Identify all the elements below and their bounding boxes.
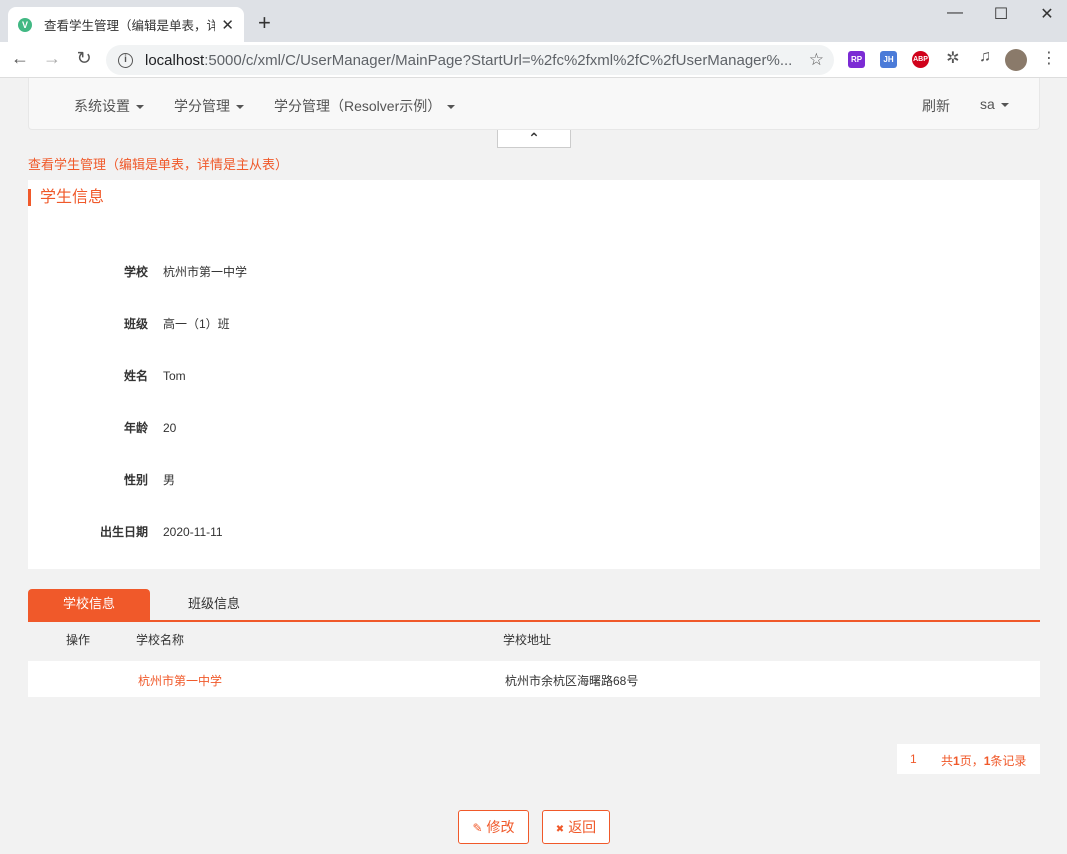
tab-class-info[interactable]: 班级信息 [153, 589, 275, 620]
total-pages: 1 [953, 754, 960, 768]
info-icon[interactable]: i [118, 52, 133, 68]
nav-credit-management[interactable]: 学分管理 [174, 96, 244, 116]
adblock-extension-icon[interactable]: ABP [912, 51, 929, 68]
detail-tabs: 学校信息 班级信息 [28, 589, 1040, 622]
field-school: 学校 杭州市第一中学 [28, 262, 428, 282]
bookmark-star-icon[interactable]: ☆ [809, 50, 824, 70]
school-name-link[interactable]: 杭州市第一中学 [138, 672, 222, 689]
field-value: 20 [163, 421, 177, 435]
field-name: 姓名 Tom [28, 366, 428, 386]
back-button[interactable]: ✖ 返回 [542, 810, 610, 844]
new-tab-button[interactable]: + [258, 10, 271, 36]
vue-favicon-icon: V [18, 17, 32, 32]
jh-extension-icon[interactable]: JH [880, 51, 897, 68]
rp-extension-icon[interactable]: RP [848, 51, 865, 68]
collapse-nav-button[interactable]: ⌃ [497, 130, 571, 148]
column-header-school-address: 学校地址 [503, 633, 552, 647]
nav-system-settings-label: 系统设置 [74, 98, 130, 114]
field-label: 学校 [123, 265, 148, 279]
column-header-actions: 操作 [66, 633, 91, 647]
tab-title: 查看学生管理（编辑是单表，详情是主从表） [44, 19, 216, 33]
edit-button[interactable]: ✎ 修改 [458, 810, 529, 844]
field-label: 年龄 [123, 421, 148, 435]
field-value: 高一（1）班 [163, 317, 230, 331]
url-path: :5000/c/xml/C/UserManager/MainPage?Start… [204, 51, 793, 69]
edit-icon: ✎ [472, 821, 483, 835]
field-label: 出生日期 [99, 525, 148, 539]
table-header: 操作 学校名称 学校地址 [28, 622, 1040, 656]
field-age: 年龄 20 [28, 418, 428, 438]
pagination: 1 共1页，1条记录 [897, 744, 1040, 774]
column-header-school-name: 学校名称 [136, 633, 185, 647]
caret-down-icon [1000, 103, 1009, 108]
nav-system-settings[interactable]: 系统设置 [74, 96, 144, 116]
edit-button-label: 修改 [486, 819, 515, 835]
minimize-button[interactable]: — [932, 4, 978, 22]
maximize-button[interactable]: ☐ [978, 4, 1024, 24]
field-gender: 性别 男 [28, 470, 428, 490]
back-button-label: 返回 [568, 819, 597, 835]
window-close-button[interactable]: ✕ [1024, 4, 1067, 24]
app-navbar: 系统设置 学分管理 学分管理（Resolver示例） 刷新 sa [28, 78, 1040, 130]
page-number-button[interactable]: 1 [910, 752, 917, 766]
field-value: 男 [163, 473, 176, 487]
url-text: localhost:5000/c/xml/C/UserManager/MainP… [145, 52, 805, 69]
table-row: 杭州市第一中学 杭州市余杭区海曙路68号 [28, 661, 1040, 697]
nav-user-label: sa [980, 96, 995, 112]
nav-credit-resolver[interactable]: 学分管理（Resolver示例） [274, 96, 456, 116]
browser-tabstrip: V 查看学生管理（编辑是单表，详情是主从表） ✕ + — ☐ ✕ [0, 0, 1067, 42]
summary-mid: 页， [959, 754, 984, 768]
page-title: 查看学生管理（编辑是单表，详情是主从表） [28, 157, 289, 172]
caret-down-icon [447, 105, 456, 110]
nav-credit-resolver-label: 学分管理（Resolver示例） [274, 98, 442, 114]
chevron-up-icon: ⌃ [528, 130, 540, 146]
browser-tab[interactable]: V 查看学生管理（编辑是单表，详情是主从表） ✕ [8, 7, 244, 42]
nav-user-menu[interactable]: sa [980, 96, 1009, 112]
browser-toolbar: ← → ↻ i localhost:5000/c/xml/C/UserManag… [0, 42, 1067, 78]
address-bar[interactable]: i localhost:5000/c/xml/C/UserManager/Mai… [106, 45, 834, 75]
summary-suffix: 条记录 [990, 754, 1027, 768]
field-class: 班级 高一（1）班 [28, 314, 428, 334]
pagination-summary: 共1页，1条记录 [941, 752, 1026, 769]
field-value: Tom [163, 369, 186, 383]
field-value: 2020-11-11 [163, 525, 223, 539]
field-birthdate: 出生日期 2020-11-11 [28, 522, 428, 542]
field-label: 性别 [123, 473, 148, 487]
puzzle-extensions-icon[interactable]: ✲ [941, 48, 965, 68]
profile-avatar[interactable] [1005, 49, 1027, 71]
nav-refresh[interactable]: 刷新 [922, 96, 950, 116]
media-control-icon[interactable]: ♫ [973, 48, 997, 66]
forward-arrow-icon[interactable]: → [40, 48, 64, 69]
tab-school-info[interactable]: 学校信息 [28, 589, 150, 620]
tab-close-icon[interactable]: ✕ [221, 16, 234, 34]
field-label: 姓名 [123, 369, 148, 383]
back-arrow-icon[interactable]: ← [8, 48, 32, 69]
student-info-card: 学生信息 学校 杭州市第一中学 班级 高一（1）班 姓名 Tom 年龄 20 性… [28, 180, 1040, 569]
nav-credit-management-label: 学分管理 [174, 98, 230, 114]
close-icon: ✖ [555, 824, 565, 835]
field-value: 杭州市第一中学 [163, 265, 248, 279]
url-host: localhost [145, 51, 205, 69]
school-address-cell: 杭州市余杭区海曙路68号 [505, 674, 639, 688]
caret-down-icon [236, 105, 244, 110]
field-label: 班级 [123, 317, 148, 331]
caret-down-icon [136, 105, 144, 110]
reload-icon[interactable]: ↻ [72, 48, 96, 69]
card-title: 学生信息 [28, 189, 104, 206]
menu-kebab-icon[interactable]: ⋮ [1037, 48, 1061, 68]
summary-prefix: 共 [941, 754, 954, 768]
